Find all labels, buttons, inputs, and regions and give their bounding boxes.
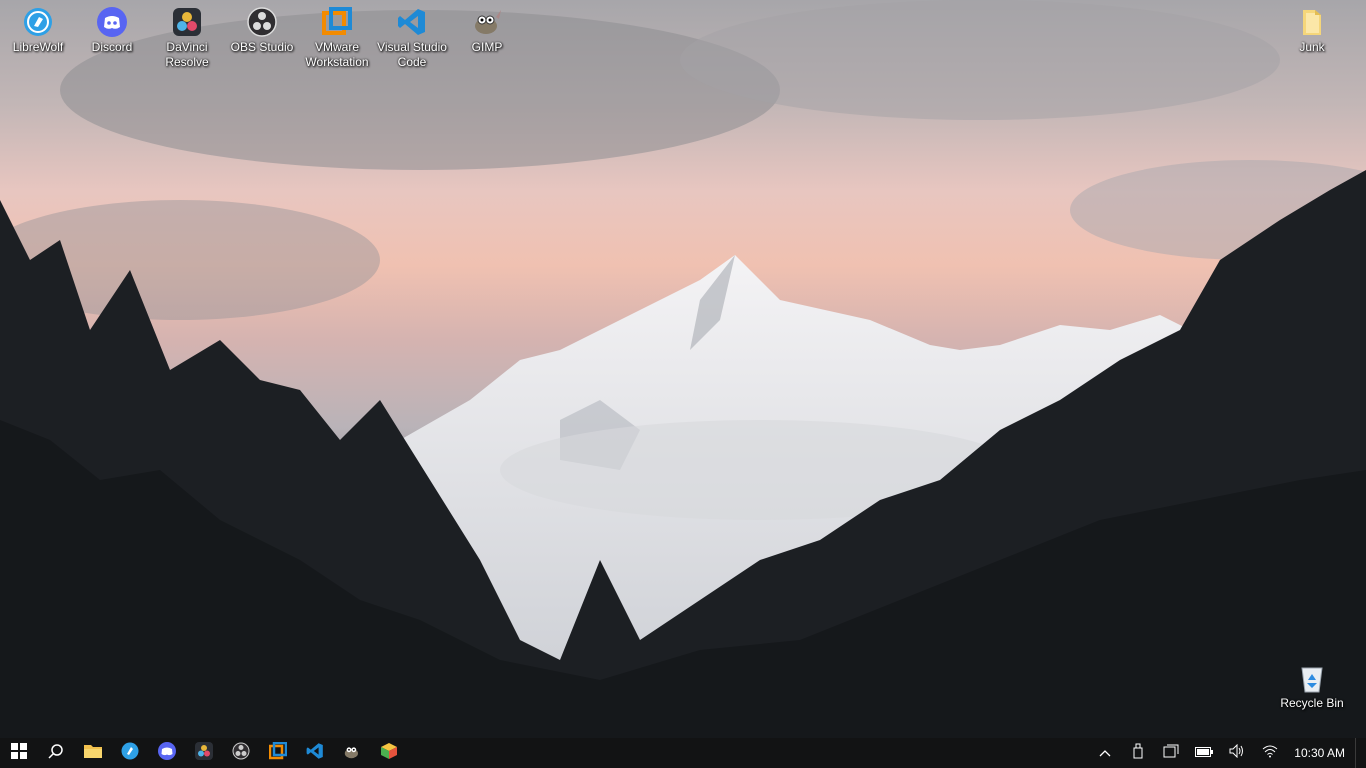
librewolf-icon	[22, 6, 54, 38]
system-tray: 10:30 AM	[1088, 738, 1366, 768]
desktop-icon-label: DaVinci Resolve	[165, 40, 209, 69]
task-view-icon	[1163, 744, 1179, 763]
taskbar-visual-studio-code[interactable]	[296, 738, 333, 768]
discord-icon	[96, 6, 128, 38]
start-button[interactable]	[0, 738, 37, 768]
vmware-icon	[268, 741, 287, 765]
davinci-resolve-icon	[171, 6, 203, 38]
desktop-icon-davinci-resolve[interactable]: DaVinci Resolve	[149, 0, 225, 70]
taskbar-discord[interactable]	[148, 738, 185, 768]
desktop-icon-label: GIMP	[471, 40, 503, 54]
gimp-icon	[471, 6, 503, 38]
desktop-icon-label: Visual Studio Code	[377, 40, 447, 69]
taskbar: 10:30 AM	[0, 738, 1366, 768]
desktop-icon-recycle-bin[interactable]: Recycle Bin	[1274, 656, 1350, 711]
desktop-icon-label: Discord	[91, 40, 133, 54]
vscode-icon	[306, 742, 324, 765]
battery-icon	[1194, 744, 1213, 762]
search-button[interactable]	[37, 738, 74, 768]
desktop-icon-vmware-workstation[interactable]: VMware Workstation	[299, 0, 375, 70]
recycle-bin-icon	[1296, 662, 1328, 694]
wifi-icon	[1262, 744, 1278, 763]
gimp-icon	[343, 742, 361, 765]
desktop-icon-obs-studio[interactable]: OBS Studio	[224, 0, 300, 55]
desktop-wallpaper: LibreWolf Discord DaVinci Resolve OBS St…	[0, 0, 1366, 738]
desktop-icon-label: Recycle Bin	[1280, 696, 1344, 710]
taskbar-clock[interactable]: 10:30 AM	[1286, 746, 1355, 760]
vmware-icon	[321, 6, 353, 38]
obs-icon	[246, 6, 278, 38]
mountain-landscape	[0, 0, 1366, 738]
folder-icon	[1296, 6, 1328, 38]
desktop-icon-librewolf[interactable]: LibreWolf	[0, 0, 76, 55]
discord-icon	[157, 741, 176, 765]
taskbar-app-cube[interactable]	[370, 738, 407, 768]
desktop-icon-label: Junk	[1299, 40, 1325, 54]
davinci-resolve-icon	[194, 741, 213, 765]
taskbar-obs-studio[interactable]	[222, 738, 259, 768]
desktop-icon-label: LibreWolf	[12, 40, 64, 54]
desktop-icon-junk[interactable]: Junk	[1274, 0, 1350, 55]
desktop-icon-discord[interactable]: Discord	[74, 0, 150, 55]
battery-button[interactable]	[1187, 738, 1220, 768]
search-icon	[47, 743, 64, 764]
taskbar-gimp[interactable]	[333, 738, 370, 768]
app-cube-icon	[380, 742, 397, 764]
chevron-up-icon	[1099, 744, 1111, 762]
vscode-icon	[396, 6, 428, 38]
desktop-icon-visual-studio-code[interactable]: Visual Studio Code	[374, 0, 450, 70]
librewolf-icon	[121, 742, 139, 765]
taskbar-davinci-resolve[interactable]	[185, 738, 222, 768]
taskbar-vmware-workstation[interactable]	[259, 738, 296, 768]
taskbar-file-explorer[interactable]	[74, 738, 111, 768]
desktop-icon-label: OBS Studio	[230, 40, 294, 54]
volume-button[interactable]	[1220, 738, 1253, 768]
usb-drive-icon	[1133, 743, 1143, 764]
obs-icon	[232, 742, 250, 765]
show-desktop-button[interactable]	[1355, 738, 1366, 768]
volume-icon	[1229, 743, 1245, 763]
file-explorer-icon	[83, 743, 102, 764]
task-view-button[interactable]	[1154, 738, 1187, 768]
usb-drive-button[interactable]	[1121, 738, 1154, 768]
windows-start-icon	[10, 742, 27, 764]
network-button[interactable]	[1253, 738, 1286, 768]
desktop-icon-label: VMware Workstation	[305, 40, 369, 69]
show-hidden-icons-button[interactable]	[1088, 738, 1121, 768]
taskbar-librewolf[interactable]	[111, 738, 148, 768]
desktop-icon-gimp[interactable]: GIMP	[449, 0, 525, 55]
